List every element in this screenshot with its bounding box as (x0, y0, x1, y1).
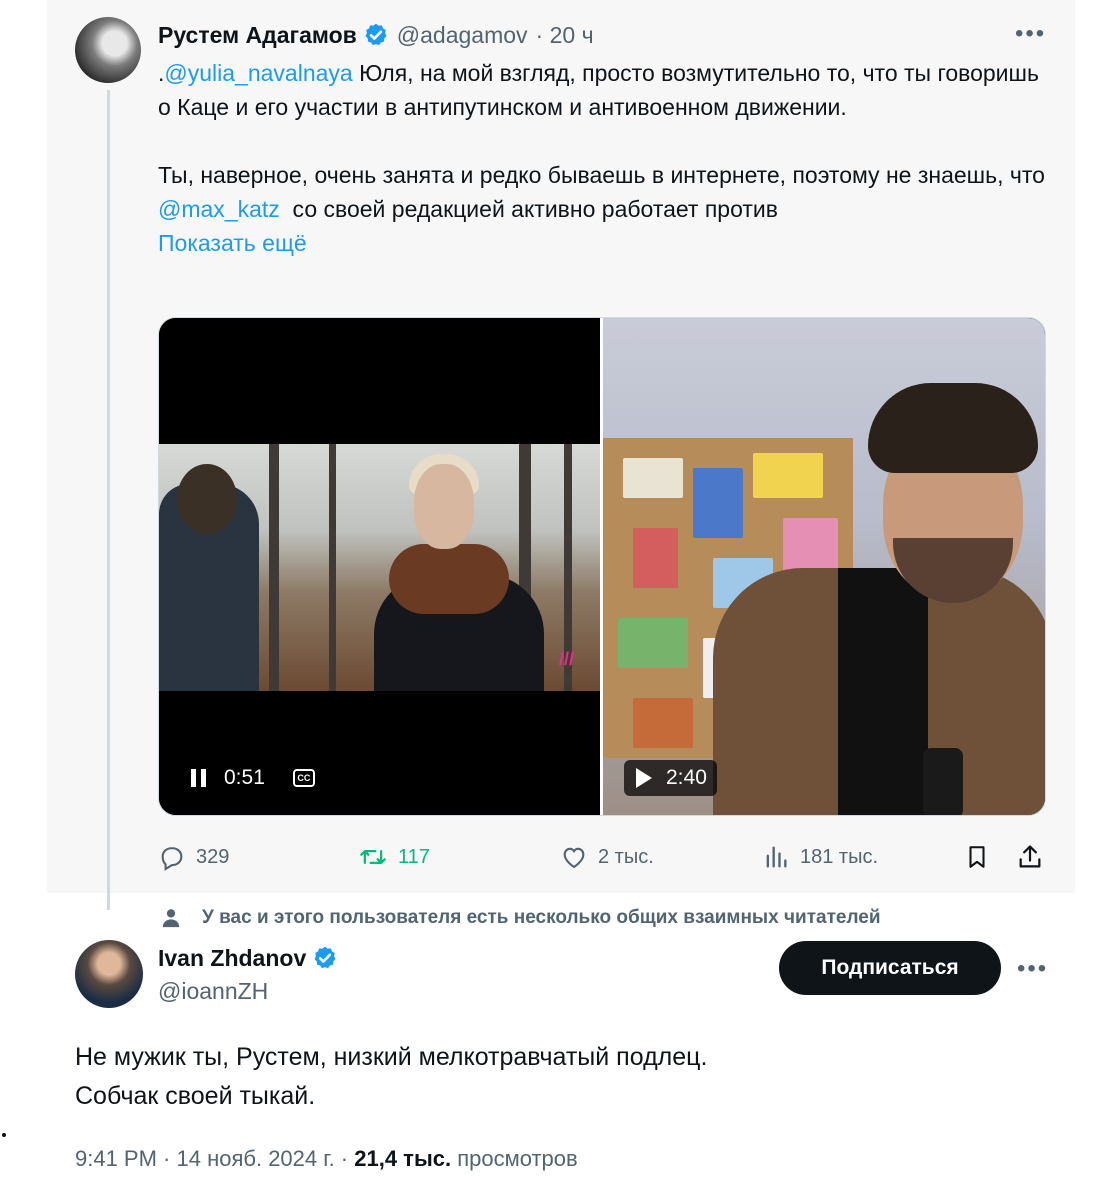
reply-line-1: Не мужик ты, Рустем, низкий мелкотравчат… (75, 1043, 708, 1071)
more-icon[interactable]: ••• (1017, 955, 1048, 983)
author-handle[interactable]: @adagamov (397, 22, 528, 49)
retweet-button[interactable]: 117 (358, 840, 430, 874)
retweet-icon (360, 850, 386, 864)
video-left-frame: /// (159, 444, 600, 691)
mutual-text: У вас и этого пользователя есть нескольк… (202, 907, 881, 928)
reply-count: 329 (196, 845, 230, 868)
verified-badge-icon (314, 946, 336, 969)
play-button[interactable]: 2:40 (624, 760, 717, 796)
views-icon (766, 846, 787, 868)
mutual-followers-notice: У вас и этого пользователя есть нескольк… (160, 905, 881, 931)
reply-line-2: Собчак своей тыкай. (75, 1082, 316, 1110)
cc-icon[interactable]: CC (292, 769, 315, 787)
video-left[interactable]: /// 0:51 CC (159, 318, 600, 815)
reply-author-name-row: Ivan Zhdanov (158, 944, 346, 972)
reply-author-name[interactable]: Ivan Zhdanov (158, 945, 306, 972)
reply-timestamp[interactable]: 9:41 PM · 14 нояб. 2024 г. · (75, 1146, 354, 1171)
share-button[interactable] (1016, 840, 1054, 874)
reply-views-label: просмотров (451, 1146, 578, 1171)
tweet-body-2: Ты, наверное, очень занята и редко бывае… (158, 162, 1045, 188)
like-count: 2 тыс. (598, 845, 654, 868)
bookmark-icon (969, 846, 985, 868)
author-name[interactable]: Рустем Адагамов (158, 22, 357, 49)
thread-connector-line (107, 90, 110, 910)
video-right[interactable] (603, 318, 1045, 815)
reply-button[interactable]: 329 (158, 840, 229, 874)
person-icon (162, 909, 180, 928)
reply-tweet-text: Не мужик ты, Рустем, низкий мелкотравчат… (75, 1038, 1035, 1116)
mention-link[interactable]: @max_katz (158, 196, 280, 222)
verified-badge-icon (365, 23, 387, 46)
reply-icon (161, 847, 183, 871)
reply-meta: 9:41 PM · 14 нояб. 2024 г. · 21,4 тыс. п… (75, 1146, 578, 1172)
video-duration: 2:40 (666, 766, 707, 789)
pause-icon[interactable] (191, 769, 206, 787)
follow-button[interactable]: Подписаться (779, 941, 1001, 995)
parent-tweet-text: .@yulia_navalnaya Юля, на мой взгляд, пр… (158, 56, 1048, 260)
show-more-link[interactable]: Показать ещё (158, 230, 307, 256)
retweet-count: 117 (398, 845, 430, 868)
reply-author-avatar[interactable] (75, 940, 143, 1008)
author-avatar[interactable] (75, 17, 141, 83)
views-count: 181 тыс. (800, 845, 879, 868)
tweet-actions: 329 117 2 тыс. 181 тыс. (158, 840, 1048, 874)
channel-logo: /// (559, 649, 575, 669)
play-icon (636, 768, 652, 788)
reply-author-handle[interactable]: @ioannZH (158, 978, 268, 1005)
tweet-time[interactable]: · 20 ч (536, 22, 594, 49)
tweet-body-3: со своей редакцией активно работает прот… (279, 196, 778, 222)
more-icon[interactable]: ••• (1015, 20, 1046, 48)
bookmark-button[interactable] (964, 840, 1000, 874)
like-button[interactable]: 2 тыс. (560, 840, 654, 874)
mention-link[interactable]: @yulia_navalnaya (164, 60, 352, 86)
parent-tweet-header: Рустем Адагамов @adagamov · 20 ч (158, 20, 594, 50)
like-icon (563, 847, 585, 869)
stray-dot (2, 1133, 6, 1137)
video-controls: 0:51 CC (191, 766, 315, 790)
share-icon (1019, 845, 1041, 868)
video-time: 0:51 (224, 766, 265, 789)
media-grid: /// 0:51 CC 2:40 (158, 317, 1046, 816)
views-button[interactable]: 181 тыс. (762, 840, 878, 874)
reply-views-count: 21,4 тыс. (354, 1146, 452, 1171)
